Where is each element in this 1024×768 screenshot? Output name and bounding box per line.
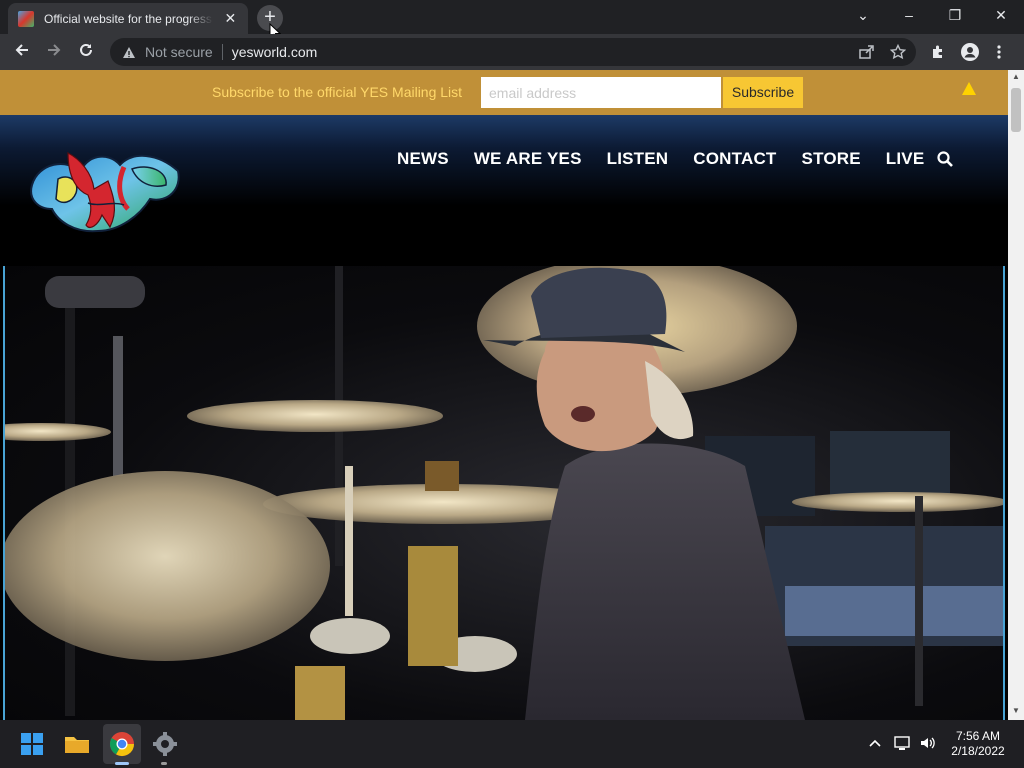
more-menu-icon[interactable] (996, 44, 1002, 60)
tab-search-button[interactable]: ⌄ (840, 0, 886, 30)
browser-toolbar: Not secure yesworld.com (0, 34, 1024, 70)
nav-news[interactable]: NEWS (397, 149, 449, 169)
network-icon[interactable] (894, 735, 912, 751)
clock-date: 2/18/2022 (951, 744, 1005, 758)
system-clock[interactable]: 7:56 AM 2/18/2022 (942, 729, 1014, 759)
yes-logo[interactable] (28, 145, 182, 237)
chevron-up-icon[interactable] (869, 738, 881, 748)
file-explorer-icon[interactable] (61, 728, 93, 760)
volume-icon[interactable] (919, 735, 937, 751)
nav-store[interactable]: STORE (802, 149, 861, 169)
scroll-down-arrow-icon[interactable]: ▼ (1008, 706, 1024, 715)
warning-triangle-icon (123, 46, 135, 58)
settings-running-indicator (161, 762, 167, 765)
mailing-list-bar: Subscribe to the official YES Mailing Li… (0, 70, 1008, 115)
chrome-running-indicator (115, 762, 129, 765)
browser-tab[interactable]: Official website for the progressive roc… (8, 3, 248, 34)
browser-tab-strip: Official website for the progressive roc… (0, 0, 1024, 41)
address-divider (221, 44, 223, 60)
nav-listen[interactable]: LISTEN (607, 149, 669, 169)
close-tab-icon[interactable]: ✕ (223, 10, 238, 27)
bookmark-star-icon[interactable] (890, 44, 906, 60)
chrome-icon[interactable] (106, 728, 138, 760)
forward-arrow-icon (48, 44, 61, 56)
minimize-button[interactable]: – (886, 0, 932, 30)
drummer-photo-illustration (5, 266, 1003, 720)
share-icon[interactable] (858, 44, 874, 60)
close-window-button[interactable]: ✕ (978, 0, 1024, 30)
windows-start-icon[interactable] (16, 728, 48, 760)
main-nav: NEWS WE ARE YES LISTEN CONTACT STORE LIV… (397, 149, 924, 169)
nav-we-are-yes[interactable]: WE ARE YES (474, 149, 582, 169)
extensions-puzzle-icon[interactable] (930, 44, 946, 60)
hero-photo (3, 266, 1005, 720)
url-text[interactable]: yesworld.com (232, 44, 318, 60)
email-input[interactable] (481, 77, 721, 108)
nav-contact[interactable]: CONTACT (693, 149, 776, 169)
tab-title: Official website for the progressive roc… (44, 11, 213, 26)
forward-button[interactable] (40, 38, 68, 66)
reload-icon (80, 43, 92, 56)
clock-time: 7:56 AM (955, 729, 1001, 743)
search-icon[interactable] (937, 151, 953, 167)
scrollbar-thumb[interactable] (1011, 88, 1021, 132)
windows-taskbar: 7:56 AM 2/18/2022 (0, 720, 1024, 768)
alert-triangle-icon[interactable] (962, 82, 976, 95)
back-button[interactable] (8, 38, 36, 66)
nav-live[interactable]: LIVE (886, 149, 925, 169)
address-bar[interactable]: Not secure yesworld.com (110, 38, 916, 66)
page-scrollbar[interactable]: ▲ ▼ (1008, 70, 1024, 720)
scroll-up-arrow-icon[interactable]: ▲ (1008, 72, 1024, 81)
restore-button[interactable]: ❐ (932, 0, 978, 30)
subscribe-button[interactable]: Subscribe (723, 77, 803, 108)
back-arrow-icon (15, 44, 28, 56)
mailing-list-label: Subscribe to the official YES Mailing Li… (212, 84, 463, 100)
security-status[interactable]: Not secure (145, 44, 213, 60)
settings-gear-icon[interactable] (149, 728, 181, 760)
web-page: Subscribe to the official YES Mailing Li… (0, 70, 1008, 720)
site-header: NEWS WE ARE YES LISTEN CONTACT STORE LIV… (0, 115, 1008, 266)
profile-avatar-icon[interactable] (961, 43, 979, 61)
yes-favicon-icon (18, 10, 34, 27)
reload-button[interactable] (72, 38, 100, 66)
